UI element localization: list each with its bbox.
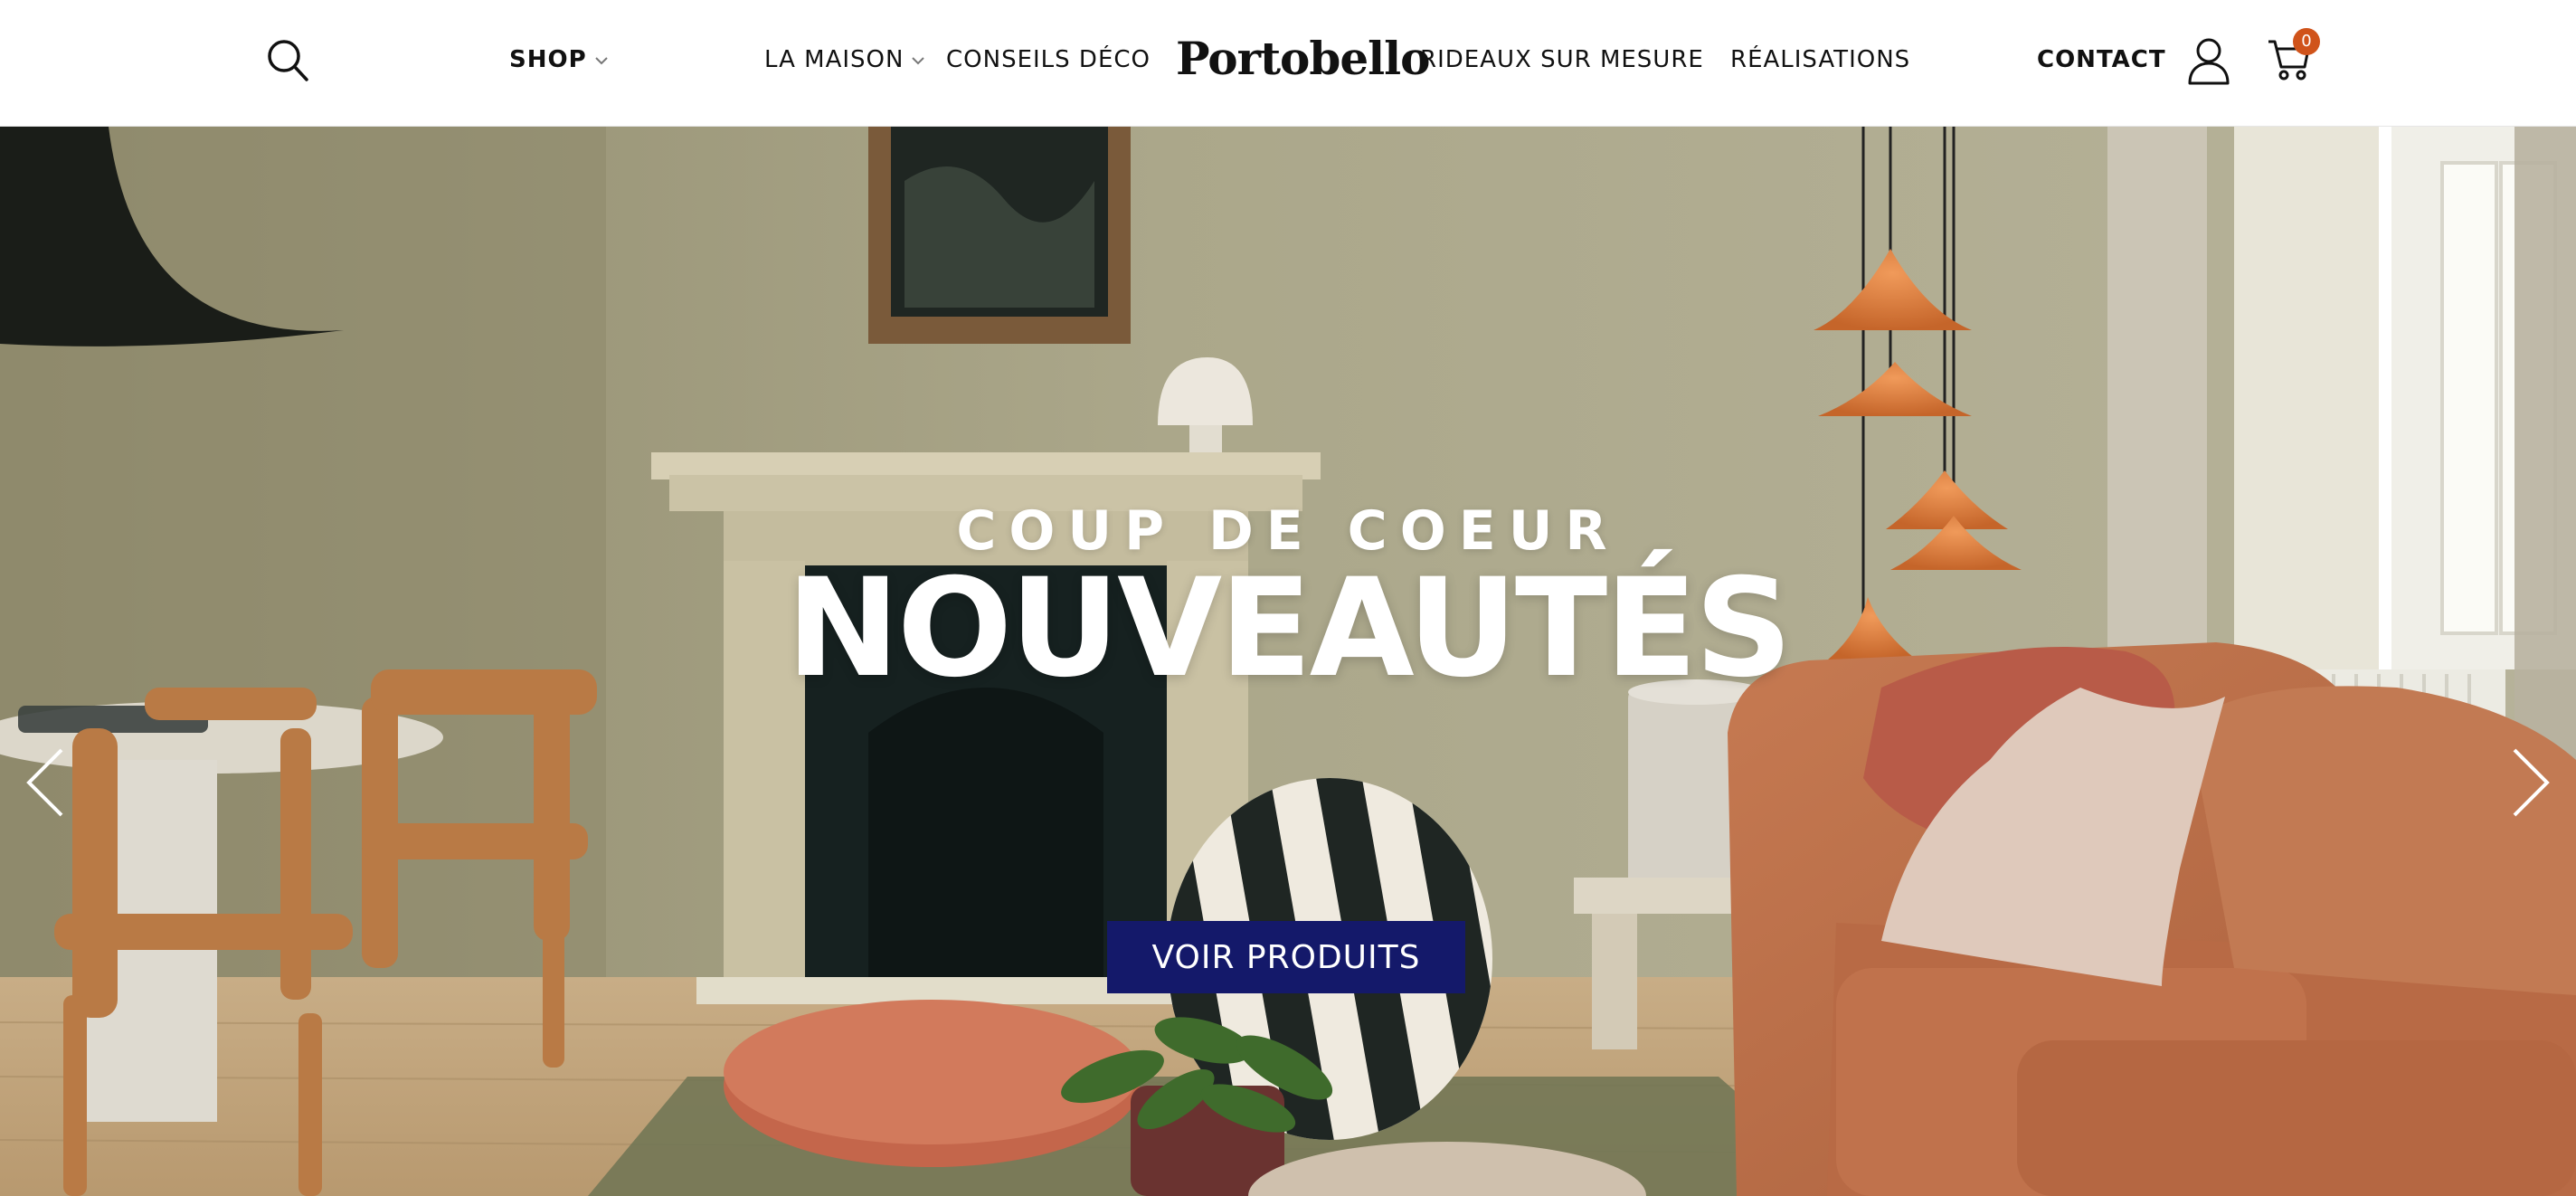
voir-produits-button[interactable]: VOIR PRODUITS [1107,921,1465,993]
nav-la-maison[interactable]: LA MAISON [764,42,925,78]
hero-title: NOUVEAUTÉS [786,550,1793,707]
nav-conseils-deco[interactable]: CONSEILS DÉCO [946,42,1151,78]
user-icon [2188,38,2230,85]
chevron-right-icon [2513,748,2550,817]
nav-rideaux-sur-mesure[interactable]: RIDEAUX SUR MESURE [1420,42,1704,78]
search-icon [268,40,308,81]
slider-prev-button[interactable] [24,746,69,819]
cart-count-badge: 0 [2293,28,2320,55]
site-header: SHOP LA MAISON CONSEILS DÉCO Portobello … [0,0,2576,127]
nav-realisations[interactable]: RÉALISATIONS [1730,42,1910,78]
nav-shop-label: SHOP [509,46,587,73]
search-button[interactable] [264,36,311,87]
nav-la-maison-label: LA MAISON [764,46,904,73]
slider-next-button[interactable] [2507,746,2552,819]
chevron-down-icon [912,56,925,64]
nav-contact[interactable]: CONTACT [2037,42,2166,78]
site-logo[interactable]: Portobello [1176,27,1431,90]
chevron-down-icon [594,56,608,64]
account-button[interactable] [2187,36,2230,85]
nav-shop[interactable]: SHOP [509,42,609,78]
chevron-left-icon [26,748,63,817]
